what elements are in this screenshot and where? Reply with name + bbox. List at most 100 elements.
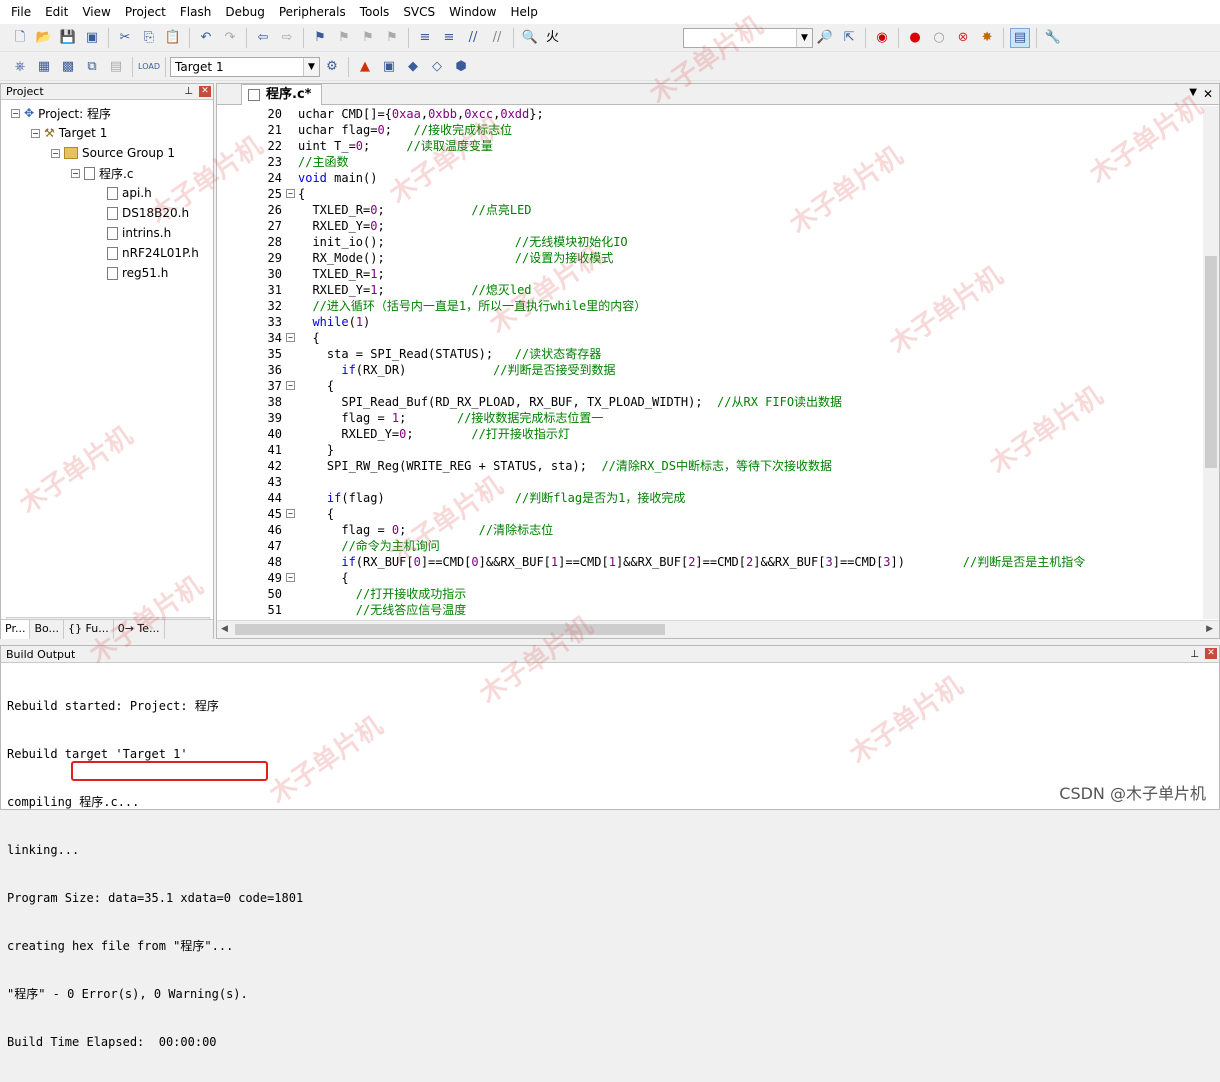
code-line[interactable]: 30 TXLED_R=1; <box>220 266 1200 282</box>
comment-icon[interactable]: // <box>463 28 483 48</box>
bookmark-icon[interactable]: ⚑ <box>310 28 330 48</box>
new-file-icon[interactable]: 🗋 <box>10 28 30 48</box>
clear-bookmarks-icon[interactable]: ⚑ <box>382 28 402 48</box>
collapse-icon[interactable]: − <box>51 149 60 158</box>
paste-icon[interactable]: 📋 <box>163 28 183 48</box>
collapse-icon[interactable]: − <box>11 109 20 118</box>
tree-target[interactable]: − ⚒ Target 1 <box>31 124 107 142</box>
code-line[interactable]: 50 //打开接收成功指示 <box>220 586 1200 602</box>
stop-build-icon[interactable]: ▤ <box>106 57 126 77</box>
code-line[interactable]: 37− { <box>220 378 1200 394</box>
tree-header-file[interactable]: reg51.h <box>107 264 168 282</box>
code-line[interactable]: 20uchar CMD[]={0xaa,0xbb,0xcc,0xdd}; <box>220 106 1200 122</box>
cut-icon[interactable]: ✂ <box>115 28 135 48</box>
fold-toggle-icon[interactable]: − <box>286 189 295 198</box>
code-line[interactable]: 49− { <box>220 570 1200 586</box>
manage-rte-icon[interactable]: ◆ <box>403 57 423 77</box>
uncomment-icon[interactable]: // <box>487 28 507 48</box>
menu-flash[interactable]: Flash <box>173 0 218 24</box>
pin-icon[interactable]: ⊥ <box>1190 646 1199 663</box>
code-line[interactable]: 21uchar flag=0; //接收完成标志位 <box>220 122 1200 138</box>
menu-help[interactable]: Help <box>503 0 544 24</box>
run-time-env-icon[interactable]: ⬢ <box>451 57 471 77</box>
code-line[interactable]: 44 if(flag) //判断flag是否为1，接收完成 <box>220 490 1200 506</box>
code-line[interactable]: 33 while(1) <box>220 314 1200 330</box>
window-layout-icon[interactable]: ▤ <box>1010 28 1030 48</box>
scroll-thumb[interactable] <box>235 624 665 635</box>
tab-list-icon[interactable]: ▼ <box>1189 87 1197 98</box>
scroll-right-icon[interactable]: ▶ <box>1206 624 1213 634</box>
scroll-left-icon[interactable]: ◀ <box>221 624 228 634</box>
disable-breakpoint-icon[interactable]: ○ <box>929 28 949 48</box>
close-icon[interactable]: ✕ <box>1203 87 1213 101</box>
code-line[interactable]: 41 } <box>220 442 1200 458</box>
code-line[interactable]: 25−{ <box>220 186 1200 202</box>
pin-icon[interactable]: ⊥ <box>184 84 193 100</box>
batch-build-icon[interactable]: ⧉ <box>82 57 102 77</box>
find-combo[interactable]: ▼ <box>683 28 813 48</box>
editor-tab-main[interactable]: 程序.c* <box>241 84 322 105</box>
prev-bookmark-icon[interactable]: ⚑ <box>334 28 354 48</box>
target-options-icon[interactable]: ⚙ <box>322 57 342 77</box>
code-line[interactable]: 38 SPI_Read_Buf(RD_RX_PLOAD, RX_BUF, TX_… <box>220 394 1200 410</box>
unindent-icon[interactable]: ≡ <box>439 28 459 48</box>
code-area[interactable]: 20uchar CMD[]={0xaa,0xbb,0xcc,0xdd};21uc… <box>220 106 1202 619</box>
close-icon[interactable]: ✕ <box>199 86 211 97</box>
tab-functions[interactable]: {} Fu... <box>64 620 114 639</box>
tree-file-main[interactable]: − 程序.c <box>71 164 133 182</box>
close-icon[interactable]: ✕ <box>1205 648 1217 659</box>
tab-books[interactable]: Bo... <box>30 620 64 639</box>
find-icon[interactable]: ⇱ <box>839 28 859 48</box>
target-select[interactable]: Target 1 ▼ <box>170 57 320 77</box>
next-bookmark-icon[interactable]: ⚑ <box>358 28 378 48</box>
chevron-down-icon[interactable]: ▼ <box>796 29 812 47</box>
code-line[interactable]: 29 RX_Mode(); //设置为接收模式 <box>220 250 1200 266</box>
collapse-icon[interactable]: − <box>31 129 40 138</box>
tab-templates[interactable]: 0→ Te... <box>114 620 165 639</box>
code-line[interactable]: 34− { <box>220 330 1200 346</box>
tab-project[interactable]: Pr... <box>1 620 30 639</box>
code-line[interactable]: 48 if(RX_BUF[0]==CMD[0]&&RX_BUF[1]==CMD[… <box>220 554 1200 570</box>
code-line[interactable]: 31 RXLED_Y=1; //熄灭led <box>220 282 1200 298</box>
code-line[interactable]: 23//主函数 <box>220 154 1200 170</box>
code-line[interactable]: 51 //无线答应信号温度 <box>220 602 1200 618</box>
editor-hscrollbar[interactable]: ◀ ▶ <box>217 620 1219 638</box>
code-line[interactable]: 40 RXLED_Y=0; //打开接收指示灯 <box>220 426 1200 442</box>
menu-file[interactable]: File <box>4 0 38 24</box>
find-text[interactable]: 火 <box>544 28 561 48</box>
build-icon[interactable]: ▦ <box>34 57 54 77</box>
menu-window[interactable]: Window <box>442 0 503 24</box>
configure-icon[interactable]: 🔧 <box>1043 28 1063 48</box>
tree-header-file[interactable]: nRF24L01P.h <box>107 244 199 262</box>
pack-installer-icon[interactable]: ◇ <box>427 57 447 77</box>
code-line[interactable]: 28 init_io(); //无线模块初始化IO <box>220 234 1200 250</box>
indent-icon[interactable]: ≡ <box>415 28 435 48</box>
nav-forward-icon[interactable]: ⇨ <box>277 28 297 48</box>
nav-back-icon[interactable]: ⇦ <box>253 28 273 48</box>
code-line[interactable]: 45− { <box>220 506 1200 522</box>
code-line[interactable]: 39 flag = 1; //接收数据完成标志位置一 <box>220 410 1200 426</box>
find-in-files-icon[interactable]: 🔍 <box>520 28 540 48</box>
menu-peripherals[interactable]: Peripherals <box>272 0 353 24</box>
redo-icon[interactable]: ↷ <box>220 28 240 48</box>
code-line[interactable]: 35 sta = SPI_Read(STATUS); //读状态寄存器 <box>220 346 1200 362</box>
chevron-down-icon[interactable]: ▼ <box>303 58 319 76</box>
code-line[interactable]: 27 RXLED_Y=0; <box>220 218 1200 234</box>
collapse-icon[interactable]: − <box>71 169 80 178</box>
tree-header-file[interactable]: api.h <box>107 184 152 202</box>
kill-breakpoints-icon[interactable]: ⊗ <box>953 28 973 48</box>
code-line[interactable]: 26 TXLED_R=0; //点亮LED <box>220 202 1200 218</box>
menu-tools[interactable]: Tools <box>353 0 397 24</box>
fold-toggle-icon[interactable]: − <box>286 333 295 342</box>
tree-header-file[interactable]: DS18B20.h <box>107 204 189 222</box>
editor-vscrollbar[interactable] <box>1203 106 1219 619</box>
tree-header-file[interactable]: intrins.h <box>107 224 171 242</box>
select-packs-icon[interactable]: ▣ <box>379 57 399 77</box>
scroll-thumb[interactable] <box>1205 256 1217 468</box>
menu-project[interactable]: Project <box>118 0 173 24</box>
fold-toggle-icon[interactable]: − <box>286 573 295 582</box>
code-line[interactable]: 24void main() <box>220 170 1200 186</box>
code-line[interactable]: 43 <box>220 474 1200 490</box>
code-line[interactable]: 42 SPI_RW_Reg(WRITE_REG + STATUS, sta); … <box>220 458 1200 474</box>
code-line[interactable]: 22uint T_=0; //读取温度变量 <box>220 138 1200 154</box>
